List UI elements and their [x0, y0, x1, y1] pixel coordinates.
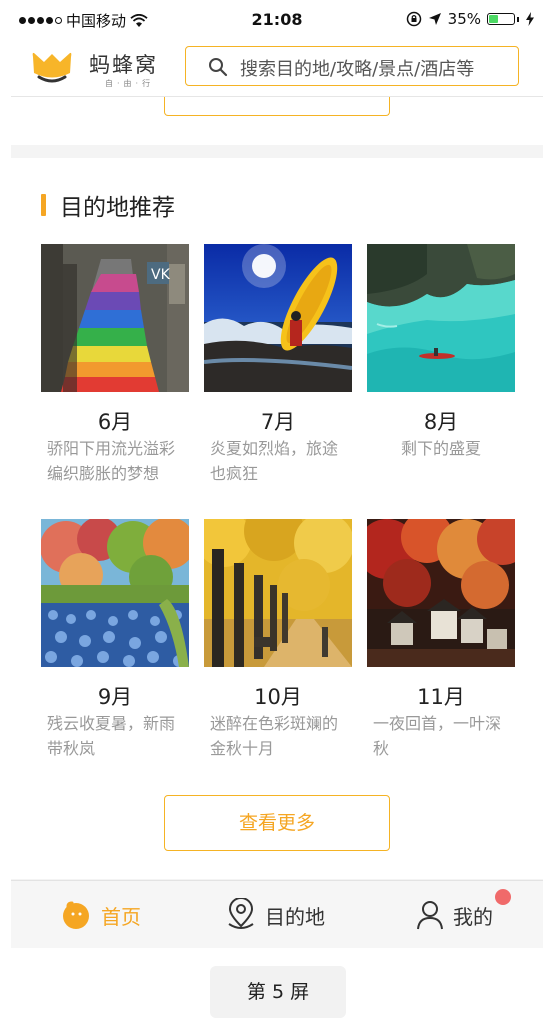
- charging-bolt-icon: [526, 12, 534, 26]
- month-label: 8月: [423, 410, 459, 434]
- bottom-tab-bar: 首页 目的地 我的: [11, 880, 543, 948]
- lagoon-boat-image: [367, 244, 515, 392]
- destination-item-june[interactable]: VK 6月 骄阳下用流光溢彩编织膨胀的梦想: [41, 244, 189, 486]
- autumn-pond-image: [41, 519, 189, 667]
- previous-section: [11, 97, 543, 145]
- location-pin-icon: [228, 898, 254, 929]
- ginkgo-avenue-image: [204, 519, 352, 667]
- view-more-button[interactable]: 查看更多: [164, 795, 390, 851]
- destination-recommend-section: 目的地推荐 VK 6月 骄阳下用流光溢彩编织膨胀的梦想 7月 炎夏如烈焰，旅途也…: [11, 158, 543, 879]
- month-label: 9月: [97, 685, 133, 709]
- svg-text:VK: VK: [151, 267, 171, 283]
- mafengwo-logo-icon: [32, 52, 72, 83]
- page-indicator: 第 5 屏: [210, 966, 346, 1018]
- tab-home[interactable]: 首页: [61, 881, 141, 948]
- previous-more-button[interactable]: [164, 97, 390, 116]
- home-bee-icon: [63, 901, 89, 929]
- month-description: 炎夏如烈焰，旅途也疯狂: [210, 439, 339, 483]
- month-label: 10月: [254, 685, 302, 709]
- month-description: 一夜回首，一叶深秋: [373, 714, 502, 758]
- search-icon: [209, 58, 228, 77]
- app-subtitle: 自·由·行: [105, 79, 155, 88]
- tab-mine[interactable]: 我的: [415, 881, 493, 948]
- month-label: 7月: [260, 410, 296, 434]
- kayak-waves-image: [204, 244, 352, 392]
- destination-item-october[interactable]: 10月 迷醉在色彩斑斓的金秋十月: [204, 519, 352, 761]
- search-placeholder: 搜索目的地/攻略/景点/酒店等: [240, 59, 475, 80]
- app-logo[interactable]: 蚂蜂窝 自·由·行: [29, 47, 179, 91]
- rainbow-stairs-image: VK: [41, 244, 189, 392]
- status-bar: 中国移动 21:08 35%: [11, 0, 543, 40]
- search-bar[interactable]: 搜索目的地/攻略/景点/酒店等: [185, 46, 519, 86]
- month-label: 6月: [97, 410, 133, 434]
- month-description: 剩下的盛夏: [400, 439, 481, 458]
- title-accent-bar: [41, 194, 46, 216]
- app-name: 蚂蜂窝: [89, 53, 158, 77]
- month-description: 迷醉在色彩斑斓的金秋十月: [210, 714, 339, 758]
- tab-destination[interactable]: 目的地: [225, 881, 325, 948]
- section-title: 目的地推荐: [60, 195, 175, 221]
- tab-mine-label: 我的: [453, 904, 493, 929]
- tab-destination-label: 目的地: [265, 904, 325, 929]
- month-description: 骄阳下用流光溢彩编织膨胀的梦想: [47, 439, 176, 483]
- destination-item-august[interactable]: 8月 剩下的盛夏: [367, 244, 515, 461]
- phone-screen: 中国移动 21:08 35% 蚂蜂窝 自·由·行 搜索目的地/攻略/景点/酒店等…: [11, 0, 543, 948]
- destination-item-july[interactable]: 7月 炎夏如烈焰，旅途也疯狂: [204, 244, 352, 486]
- tab-home-label: 首页: [101, 904, 141, 929]
- destination-item-november[interactable]: 11月 一夜回首，一叶深秋: [367, 519, 515, 761]
- month-description: 残云收夏暑，新雨带秋岚: [47, 714, 176, 758]
- battery-icon: [487, 13, 515, 25]
- location-arrow-icon: [428, 13, 441, 25]
- battery-percent: 35%: [447, 10, 481, 28]
- red-forest-village-image: [367, 519, 515, 667]
- orientation-lock-icon: [406, 11, 421, 27]
- destination-item-september[interactable]: 9月 残云收夏暑，新雨带秋岚: [41, 519, 189, 761]
- user-icon: [417, 901, 443, 930]
- month-label: 11月: [417, 685, 465, 709]
- notification-dot: [495, 889, 511, 905]
- app-header: 蚂蜂窝 自·由·行 搜索目的地/攻略/景点/酒店等: [11, 40, 543, 97]
